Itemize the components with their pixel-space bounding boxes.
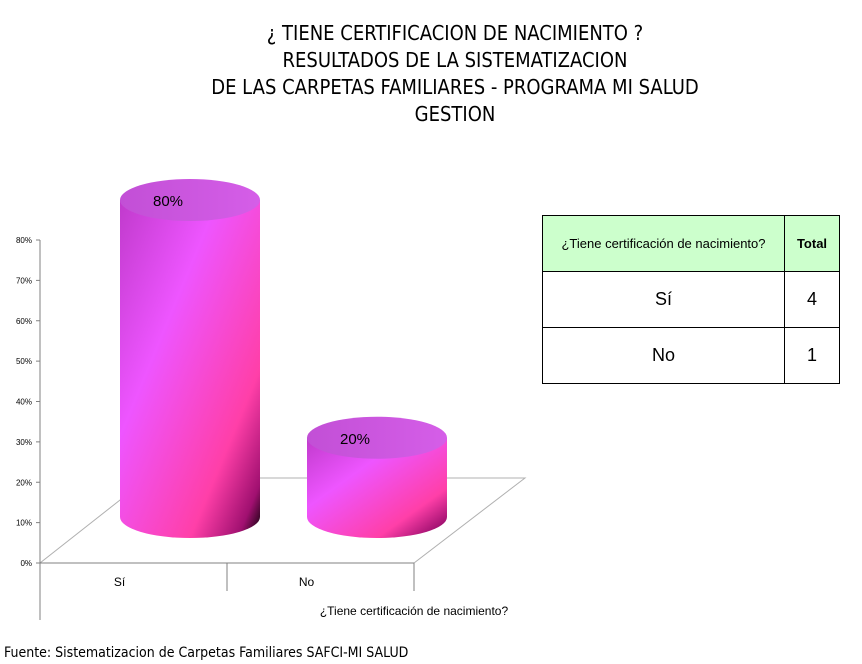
source-note: Fuente: Sistematizacion de Carpetas Fami… — [4, 645, 409, 661]
x-axis-title: ¿Tiene certificación de nacimiento? — [320, 604, 509, 618]
x-tick-label: Sí — [114, 575, 126, 589]
table-row: Sí 4 — [542, 271, 840, 328]
floor-plane — [38, 477, 527, 564]
bar-body — [120, 200, 260, 538]
y-tick-label: 80% — [16, 236, 32, 245]
x-tick-label: No — [299, 575, 315, 589]
data-label: 20% — [340, 431, 370, 448]
table-cell-total: 1 — [784, 327, 840, 384]
data-label: 80% — [153, 193, 183, 210]
y-tick-label: 70% — [16, 276, 32, 285]
bar-top — [120, 179, 260, 221]
x-axis: Sí No — [39, 562, 415, 591]
y-tick-label: 20% — [16, 478, 32, 487]
table-cell-total: 4 — [784, 271, 840, 328]
table-cell-answer: Sí — [542, 271, 785, 328]
bar-top — [307, 416, 447, 459]
table-header-row: ¿Tiene certificación de nacimiento? Tota… — [542, 215, 840, 272]
bar: 20% — [307, 416, 447, 538]
y-tick-label: 50% — [16, 357, 32, 366]
table-cell-answer: No — [542, 327, 785, 384]
y-tick-label: 0% — [20, 559, 32, 568]
y-tick-label: 40% — [16, 398, 32, 407]
y-tick-label: 60% — [16, 317, 32, 326]
y-tick-label: 30% — [16, 438, 32, 447]
table-header-total: Total — [784, 215, 840, 272]
summary-table: ¿Tiene certificación de nacimiento? Tota… — [542, 215, 840, 384]
y-axis: 0% 10% 20% 30% 40% 50% 60% 70% 80% — [16, 236, 41, 620]
chart-floor — [38, 477, 527, 564]
table-header-question: ¿Tiene certificación de nacimiento? — [542, 215, 785, 272]
bar: 80% — [120, 179, 260, 538]
table-row: No 1 — [542, 327, 840, 384]
y-tick-label: 10% — [16, 519, 32, 528]
